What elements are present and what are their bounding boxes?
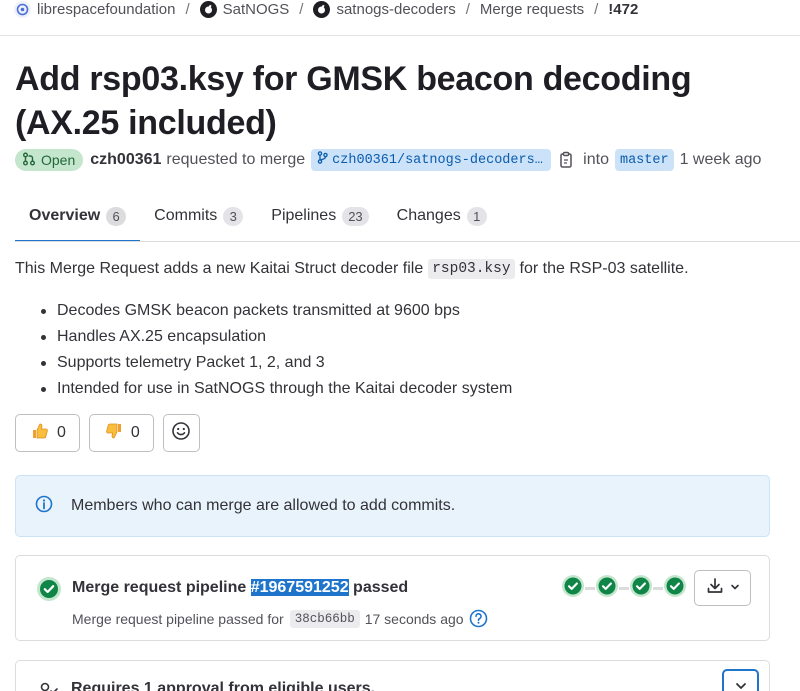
tab-count: 3	[223, 206, 244, 226]
description-text-after: for the RSP-03 satellite.	[519, 260, 689, 277]
author-link[interactable]: czh00361	[90, 151, 161, 169]
tab-label: Changes	[396, 207, 461, 224]
breadcrumb-label: satnogs-decoders	[336, 0, 456, 18]
download-icon	[706, 577, 724, 600]
pipeline-sub-text: Merge request pipeline passed for	[72, 610, 284, 627]
pipeline-title: Merge request pipeline #1967591252 passe…	[72, 579, 408, 597]
breadcrumb-label: !472	[608, 0, 639, 18]
stage-passed-icon[interactable]	[629, 574, 653, 603]
inline-code: rsp03.ksy	[428, 259, 515, 279]
breadcrumb-label: Merge requests	[479, 0, 585, 18]
copy-branch-icon[interactable]	[559, 151, 575, 169]
approval-users-icon	[37, 681, 59, 691]
pipeline-widget: Merge request pipeline #1967591252 passe…	[15, 555, 770, 641]
approval-expand-button[interactable]	[722, 669, 759, 691]
description-list: Decodes GMSK beacon packets transmitted …	[40, 301, 512, 405]
into-text: into	[583, 151, 609, 168]
pipeline-subtitle: Merge request pipeline passed for 38cb66…	[72, 609, 488, 628]
approval-title: Requires 1 approval from eligible users.	[71, 680, 376, 691]
thumbs-down-button[interactable]: 0	[88, 414, 154, 452]
merge-request-tabs: Overview 6 Commits 3 Pipelines 23 Change…	[15, 192, 501, 242]
merge-request-meta: Open czh00361 requested to merge czh0036…	[15, 148, 761, 172]
commit-sha-link[interactable]: 38cb66bb	[289, 609, 360, 628]
pipeline-passed-icon[interactable]	[36, 576, 62, 607]
satnogs-decoders-avatar	[313, 0, 331, 18]
breadcrumb-item-merge-requests[interactable]: Merge requests	[480, 1, 584, 18]
thumbs-up-icon	[31, 422, 49, 445]
tab-label: Overview	[29, 207, 101, 224]
description-paragraph: This Merge Request adds a new Kaitai Str…	[15, 259, 689, 279]
tab-count: 6	[106, 206, 127, 226]
stage-passed-icon[interactable]	[663, 574, 687, 603]
approval-widget: Requires 1 approval from eligible users.	[15, 660, 770, 691]
status-badge: Open	[15, 149, 84, 171]
breadcrumb: libre​space​foundation / SatNOGS / satno…	[14, 0, 638, 18]
header-divider	[0, 35, 800, 36]
breadcrumb-separator: /	[465, 0, 470, 18]
librespacefoundation-avatar	[14, 0, 31, 18]
breadcrumb-separator: /	[299, 0, 304, 18]
pipeline-title-prefix: Merge request pipeline	[72, 579, 251, 596]
pipeline-stages	[561, 574, 687, 603]
branch-icon	[317, 151, 328, 169]
stage-passed-icon[interactable]	[561, 574, 585, 603]
breadcrumb-item-group[interactable]: libre​space​foundation	[14, 0, 176, 18]
list-item: Handles AX.25 encapsulation	[40, 327, 512, 353]
stage-connector	[619, 587, 629, 590]
stage-passed-icon[interactable]	[595, 574, 619, 603]
breadcrumb-label: libre​space​foundation	[37, 0, 176, 18]
pipeline-title-suffix: passed	[348, 579, 409, 596]
source-branch-label: czh00361/satnogs-decoders:master	[332, 152, 545, 168]
chevron-down-icon	[734, 679, 748, 691]
thumbs-down-icon	[105, 422, 123, 445]
tab-overview[interactable]: Overview 6	[15, 192, 141, 242]
help-icon[interactable]	[469, 609, 488, 628]
tab-changes[interactable]: Changes 1	[383, 192, 501, 240]
award-emoji-bar: 0 0	[15, 414, 200, 452]
tab-commits[interactable]: Commits 3	[140, 192, 257, 240]
chevron-down-icon	[730, 579, 740, 597]
page-title: Add rsp03.ksy for GMSK beacon decoding (…	[15, 60, 692, 142]
satnogs-avatar	[199, 0, 217, 18]
merge-request-open-icon	[22, 152, 36, 169]
breadcrumb-item-subgroup[interactable]: SatNOGS	[199, 0, 290, 18]
breadcrumb-item-current[interactable]: !472	[608, 1, 638, 18]
thumbs-up-button[interactable]: 0	[15, 414, 80, 452]
list-item: Intended for use in SatNOGS through the …	[40, 379, 512, 405]
tabs-divider	[15, 241, 800, 242]
status-label: Open	[41, 152, 76, 168]
breadcrumb-item-project[interactable]: satnogs-decoders	[313, 0, 456, 18]
thumbs-down-count: 0	[130, 424, 140, 441]
alert-text: Members who can merge are allowed to add…	[71, 497, 456, 514]
timestamp: 1 week ago	[679, 151, 762, 168]
tab-count: 23	[342, 206, 369, 226]
breadcrumb-separator: /	[594, 0, 599, 18]
thumbs-up-count: 0	[57, 424, 66, 441]
tab-count: 1	[466, 206, 487, 226]
pipeline-time: 17 seconds ago	[364, 610, 464, 627]
source-branch[interactable]: czh00361/satnogs-decoders:master	[311, 149, 552, 171]
list-item: Supports telemetry Packet 1, 2, and 3	[40, 353, 512, 379]
stage-connector	[653, 587, 663, 590]
add-reaction-button[interactable]	[162, 414, 200, 452]
description-text-before: This Merge Request adds a new Kaitai Str…	[15, 260, 424, 277]
breadcrumb-separator: /	[185, 0, 190, 18]
stage-connector	[585, 587, 595, 590]
smiley-icon	[171, 421, 191, 446]
requested-to-merge-text: requested to merge	[166, 151, 306, 168]
info-alert: Members who can merge are allowed to add…	[15, 475, 770, 537]
tab-label: Commits	[154, 207, 218, 224]
info-icon	[35, 495, 53, 518]
tab-pipelines[interactable]: Pipelines 23	[257, 192, 382, 240]
list-item: Decodes GMSK beacon packets transmitted …	[40, 301, 512, 327]
pipeline-id-link[interactable]: #1967591252	[250, 579, 349, 596]
tab-label: Pipelines	[271, 207, 337, 224]
download-artifacts-button[interactable]	[694, 570, 751, 606]
target-branch[interactable]: master	[614, 149, 674, 171]
breadcrumb-label: SatNOGS	[222, 0, 290, 18]
